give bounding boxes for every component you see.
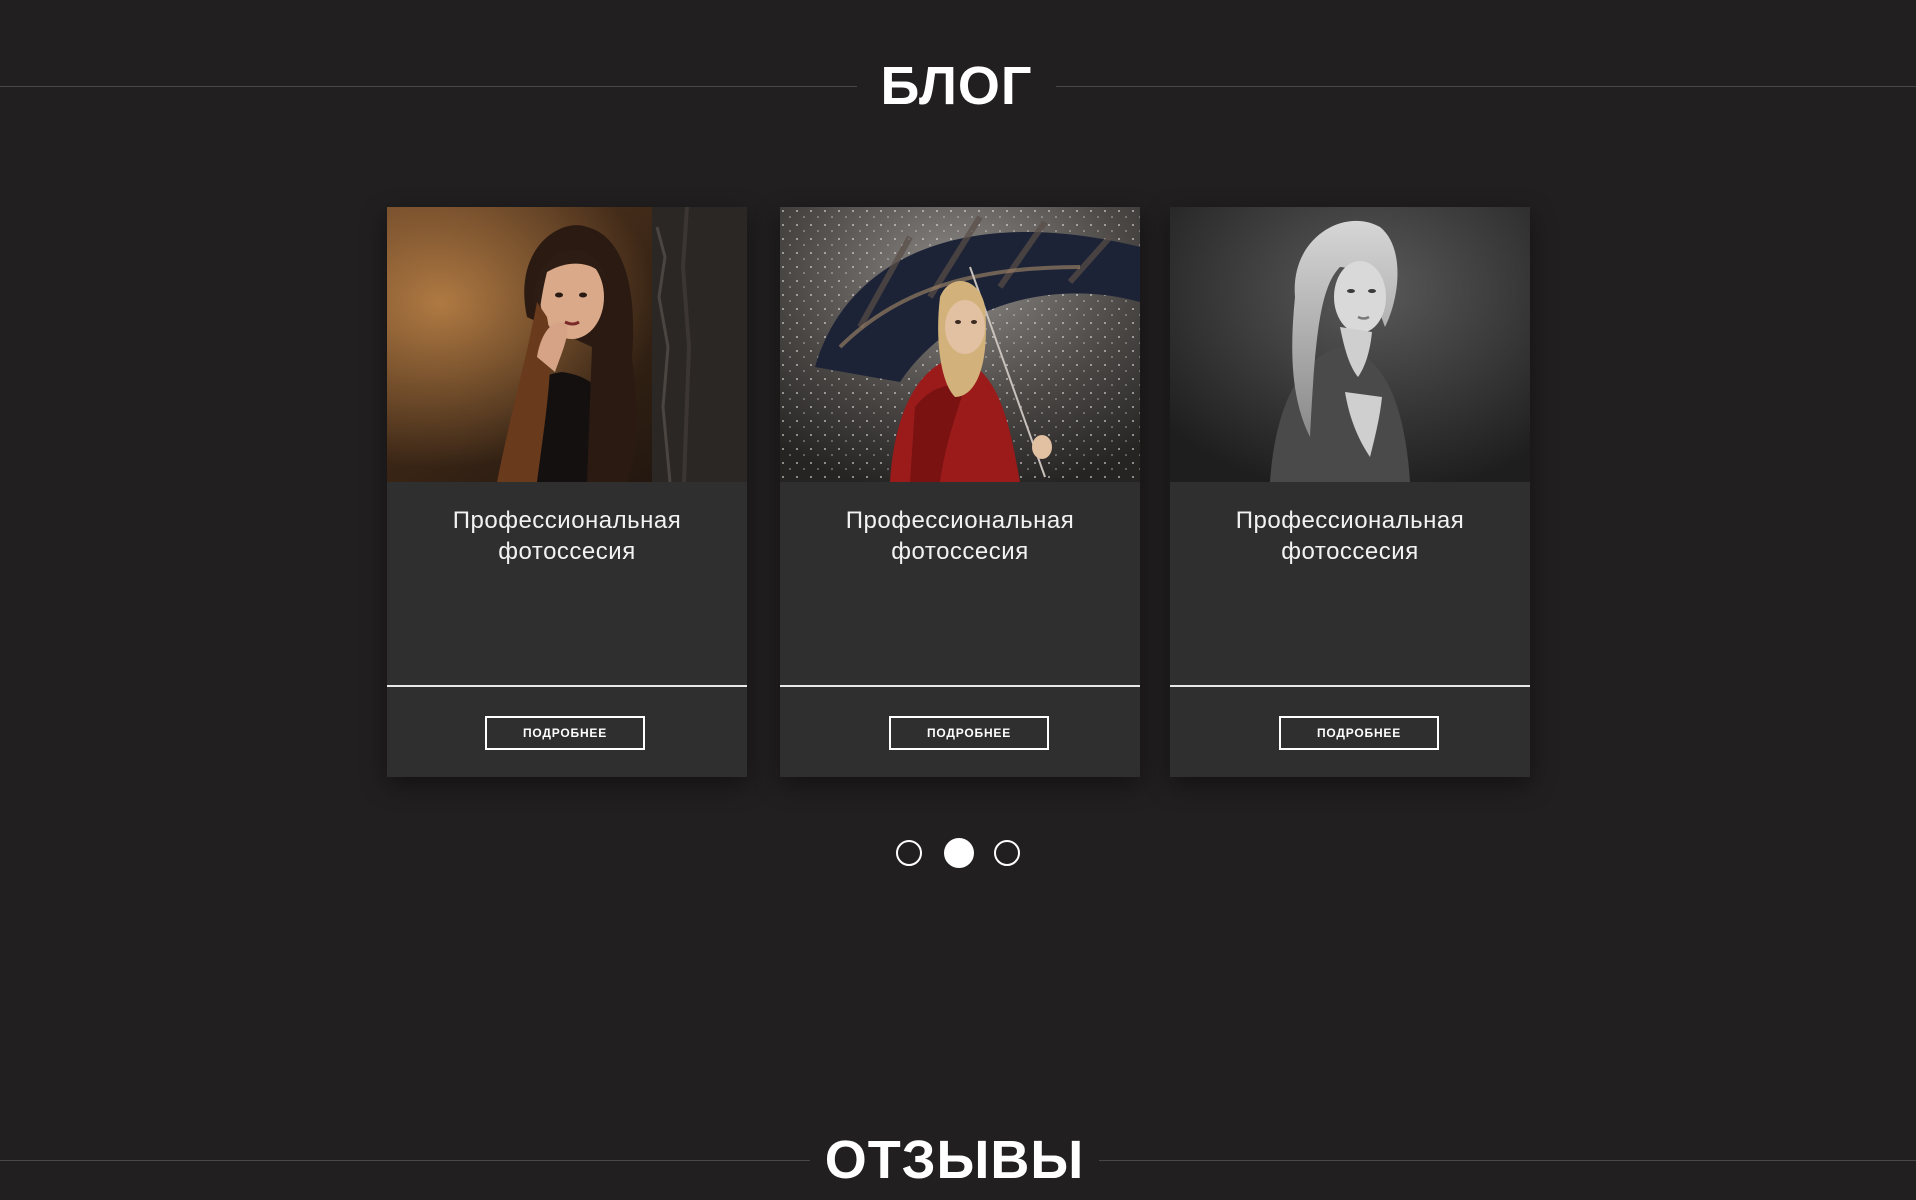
blog-title: БЛОГ xyxy=(880,56,1033,116)
blog-card-title: Профессиональная фотоссесия xyxy=(780,505,1140,567)
photo-woman-blonde-bw xyxy=(1170,207,1530,482)
blog-card-title: Профессиональная фотоссесия xyxy=(387,505,747,567)
card-divider xyxy=(780,685,1140,687)
blog-card: Профессиональная фотоссесия ПОДРОБНЕЕ xyxy=(1170,207,1530,777)
pagination-dot-2-active[interactable] xyxy=(944,838,974,868)
photo-woman-umbrella-rain xyxy=(780,207,1140,482)
blog-section-heading: БЛОГ xyxy=(0,46,1916,126)
read-more-button[interactable]: ПОДРОБНЕЕ xyxy=(889,716,1049,750)
blog-card-title-line2: фотоссесия xyxy=(891,538,1029,565)
card-divider xyxy=(387,685,747,687)
blog-card-photo[interactable] xyxy=(1170,207,1530,482)
blog-card-title-line1: Профессиональная xyxy=(1235,507,1465,534)
slider-pagination xyxy=(896,838,1026,870)
blog-card-title-line1: Профессиональная xyxy=(845,507,1075,534)
blog-card-title-line2: фотоссесия xyxy=(498,538,636,565)
pagination-dot-1[interactable] xyxy=(896,840,922,866)
pagination-dot-3[interactable] xyxy=(994,840,1020,866)
read-more-button[interactable]: ПОДРОБНЕЕ xyxy=(1279,716,1439,750)
blog-card-title-line1: Профессиональная xyxy=(452,507,682,534)
reviews-section-heading: ОТЗЫВЫ xyxy=(0,1120,1916,1200)
blog-card-title-line2: фотоссесия xyxy=(1281,538,1419,565)
heading-rule-right xyxy=(1099,1160,1916,1161)
photo-woman-autumn-forest xyxy=(387,207,747,482)
blog-card-photo[interactable] xyxy=(387,207,747,482)
blog-card-title: Профессиональная фотоссесия xyxy=(1170,505,1530,567)
read-more-button[interactable]: ПОДРОБНЕЕ xyxy=(485,716,645,750)
reviews-title: ОТЗЫВЫ xyxy=(824,1130,1085,1190)
heading-rule-right xyxy=(1056,86,1916,87)
blog-card-photo[interactable] xyxy=(780,207,1140,482)
blog-card: Профессиональная фотоссесия ПОДРОБНЕЕ xyxy=(780,207,1140,777)
heading-rule-left xyxy=(0,1160,810,1161)
blog-card: Профессиональная фотоссесия ПОДРОБНЕЕ xyxy=(387,207,747,777)
heading-rule-left xyxy=(0,86,857,87)
card-divider xyxy=(1170,685,1530,687)
